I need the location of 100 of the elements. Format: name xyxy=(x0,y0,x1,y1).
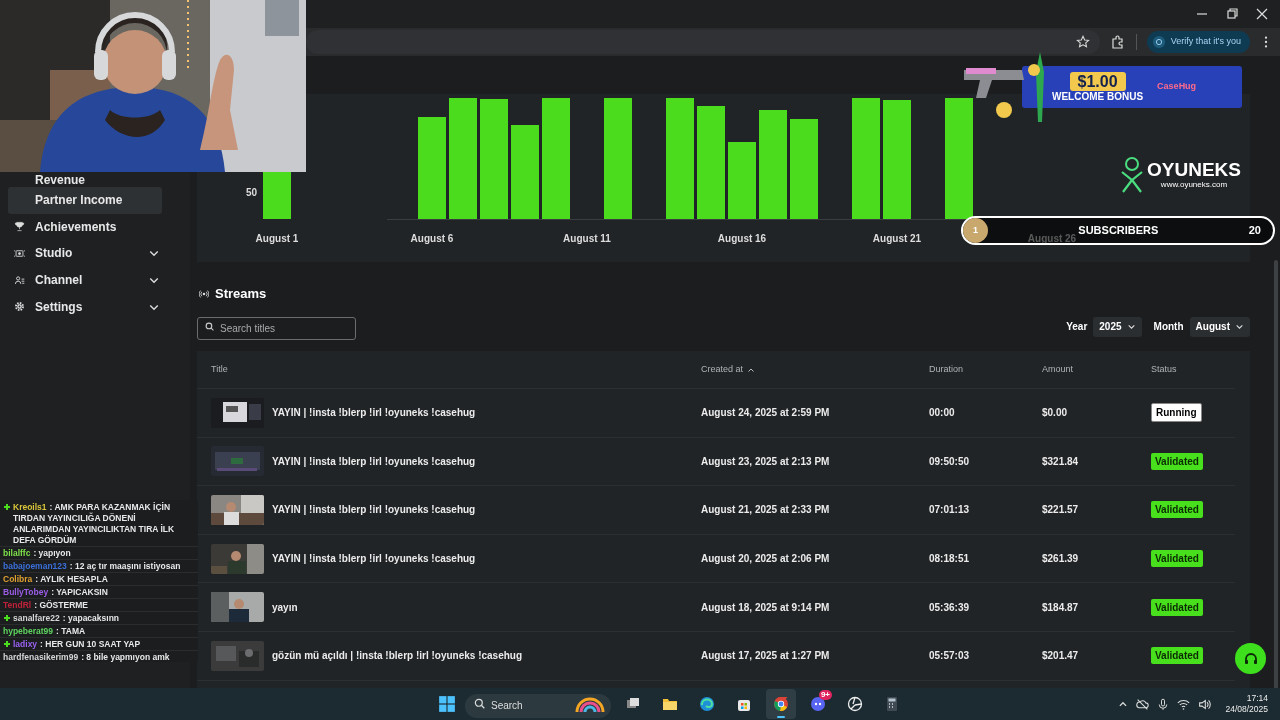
chevron-down-icon xyxy=(1126,322,1136,331)
stream-title[interactable]: YAYIN | !insta !blerp !irl !oyuneks !casehug xyxy=(272,453,476,469)
stream-title[interactable]: gözün mü açıldı | !insta !blerp !irl !oyuneks !casehug xyxy=(272,648,523,664)
table-cell-text: 05:36:39 xyxy=(929,600,971,615)
axis-label: August 11 xyxy=(563,233,611,244)
close-icon[interactable] xyxy=(1254,6,1270,22)
taskbar-app[interactable]: 9+ xyxy=(803,689,833,719)
axis-label: August 26 xyxy=(1027,233,1077,244)
table-cell-text: $184.87 xyxy=(1042,600,1080,615)
scrollbar[interactable] xyxy=(1274,260,1278,688)
chat-message: Kreoils1 : AMK PARA KAZANMAK İÇİN TIRDAN YAYINCILIĞA DÖNENİ ANLARIMDAN YAYINCILIKTAN TIRA İLK DEFA GÖRDÜM xyxy=(13,501,176,546)
windows-logo-icon[interactable] xyxy=(438,695,456,713)
axis-label: August 16 xyxy=(717,233,767,244)
search-icon xyxy=(205,322,214,331)
sidebar-item[interactable]: Achievements xyxy=(8,213,162,241)
dropdown[interactable]: August xyxy=(1189,316,1250,337)
axis-label: August 1 xyxy=(255,233,299,244)
taskbar-app[interactable] xyxy=(766,689,796,719)
stream-title[interactable]: YAYIN | !insta !blerp !irl !oyuneks !casehug xyxy=(272,551,476,567)
profile-icon xyxy=(1151,35,1166,49)
status-badge: Validated xyxy=(1151,501,1203,519)
sidebar-item[interactable]: Partner Income xyxy=(8,187,162,214)
brand-name: CaseHug xyxy=(1157,80,1197,94)
table-cell-text: August 24, 2025 at 2:59 PM xyxy=(701,406,831,421)
chat-message: BullyTobey : YAPICAKSIN xyxy=(3,586,108,598)
column-header[interactable]: Status xyxy=(1151,362,1177,377)
chat-message: sanalfare22 : yapacaksınn xyxy=(13,612,120,624)
axis-label: August 21 xyxy=(872,233,922,244)
headset-icon xyxy=(1242,650,1259,667)
table-cell-text: 00:00 xyxy=(929,406,956,421)
sidebar-item[interactable]: Channel xyxy=(8,266,162,294)
filter-label: Month xyxy=(1153,320,1184,334)
cloud-off-icon[interactable] xyxy=(1136,697,1150,711)
microphone-icon[interactable] xyxy=(1157,697,1170,711)
notification-badge: 9+ xyxy=(818,690,832,700)
wifi-icon[interactable] xyxy=(1177,697,1191,711)
settings-icon xyxy=(14,301,25,313)
trophy-icon xyxy=(14,221,25,233)
verify-button[interactable]: Verify that it's you xyxy=(1146,31,1250,53)
table-cell-text: August 21, 2025 at 2:33 PM xyxy=(701,503,831,518)
sidebar-item[interactable]: Studio xyxy=(8,240,162,267)
stream-title[interactable]: YAYIN | !insta !blerp !irl !oyuneks !casehug xyxy=(272,405,476,421)
calculator-icon xyxy=(884,696,900,712)
mascot-icon xyxy=(1120,156,1144,194)
dropdown[interactable]: 2025 xyxy=(1093,316,1142,337)
table-cell-text: August 17, 2025 at 1:27 PM xyxy=(701,649,831,664)
star-icon[interactable] xyxy=(1075,35,1090,49)
person-list-icon xyxy=(14,274,25,286)
support-button[interactable] xyxy=(1235,643,1266,674)
search-field[interactable]: Search xyxy=(465,693,611,718)
table-cell-text: $0.00 xyxy=(1042,406,1069,421)
column-header[interactable]: Created at xyxy=(701,362,744,377)
sidebar-item[interactable]: Settings xyxy=(8,293,162,320)
search-field[interactable]: Search titles xyxy=(197,317,356,340)
chat-message: hardfenasikerim99 : 8 bile yapmıyon amk xyxy=(3,651,170,662)
chevron-down-icon xyxy=(1235,322,1244,331)
chat-message: babajoeman123 : 12 aç tır maaşını istiyosan xyxy=(3,560,181,572)
chat-bubble-icon xyxy=(810,696,826,712)
status-badge: Running xyxy=(1151,403,1202,423)
column-header[interactable]: Amount xyxy=(1042,362,1074,377)
stream-title[interactable]: YAYIN | !insta !blerp !irl !oyuneks !casehug xyxy=(272,502,476,518)
chat-message: ladixy : HER GUN 10 SAAT YAP xyxy=(13,638,141,650)
goal-label: SUBSCRIBERS xyxy=(1078,223,1159,239)
chat-message: bilalffc : yapıyon xyxy=(3,547,71,559)
column-header[interactable]: Title xyxy=(211,362,228,377)
browser-circle-icon xyxy=(773,696,789,712)
column-header[interactable]: Duration xyxy=(929,362,964,377)
clock[interactable]: 17:14 24/08/2025 xyxy=(1225,693,1268,715)
volume-icon[interactable] xyxy=(1198,697,1212,711)
bonus-amount: $1.00 xyxy=(1069,71,1126,91)
browser-wave-icon xyxy=(699,696,715,712)
table-cell-text: August 20, 2025 at 2:06 PM xyxy=(701,552,831,567)
rainbow-icon xyxy=(575,696,605,712)
logo-text: OYUNEKS xyxy=(1147,160,1241,180)
table-cell-text: 09:50:50 xyxy=(929,454,971,469)
table-cell-text: August 18, 2025 at 9:14 PM xyxy=(701,600,831,615)
stream-title[interactable]: yayın xyxy=(272,599,298,615)
screen-icon xyxy=(14,248,25,259)
restore-icon[interactable] xyxy=(1224,6,1240,22)
table-cell-text: 08:18:51 xyxy=(929,552,971,567)
table-cell-text: 05:57:03 xyxy=(929,649,971,664)
table-cell-text: August 23, 2025 at 2:13 PM xyxy=(701,454,831,469)
table-cell-text: $261.39 xyxy=(1042,552,1080,567)
bonus-label: WELCOME BONUS xyxy=(1052,90,1144,103)
chevron-up-icon[interactable] xyxy=(1118,699,1129,709)
axis-label: August 6 xyxy=(410,233,454,244)
table-cell-text: 07:01:13 xyxy=(929,503,971,518)
status-badge: Validated xyxy=(1151,647,1203,665)
sidebar-item[interactable]: Revenue xyxy=(8,173,162,187)
status-badge: Validated xyxy=(1151,598,1203,616)
extensions-icon[interactable] xyxy=(1109,34,1126,50)
folder-icon xyxy=(662,696,678,712)
chat-message: Colibra : AYLIK HESAPLA xyxy=(3,573,108,585)
aperture-icon xyxy=(847,696,863,712)
status-badge: Validated xyxy=(1151,550,1203,568)
chat-message: TendRl : GÖSTERME xyxy=(3,599,89,611)
table-cell-text: $321.84 xyxy=(1042,454,1080,469)
filter-label: Year xyxy=(1066,320,1088,334)
table-cell-text: $221.57 xyxy=(1042,503,1080,518)
axis-tick-label: 50 xyxy=(245,187,257,198)
